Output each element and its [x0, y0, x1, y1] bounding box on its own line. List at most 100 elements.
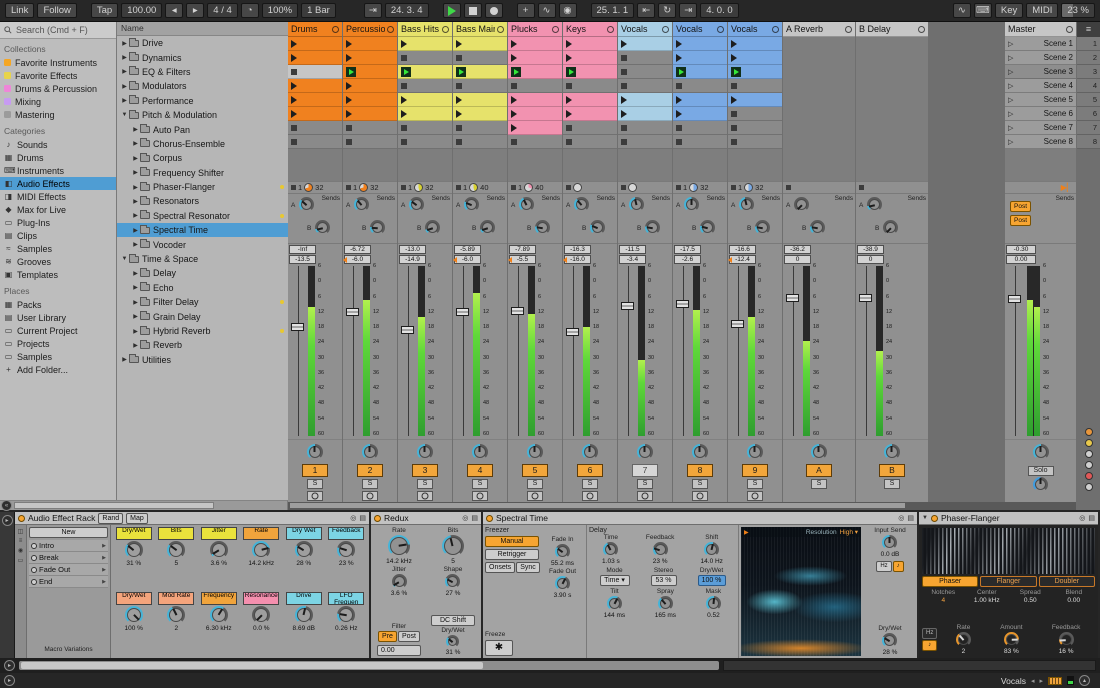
session-horizontal-scrollbar[interactable] [288, 502, 1076, 510]
send-b-knob[interactable] [315, 220, 330, 235]
macro-knob-4[interactable] [252, 541, 271, 559]
shift-knob[interactable] [704, 542, 720, 557]
send-a-knob[interactable] [354, 197, 369, 212]
chain-item-fade-out[interactable]: Fade Out ▶ [29, 564, 108, 576]
volume-value-box[interactable]: -13.5 [289, 255, 316, 264]
tree-item-delay[interactable]: ▶ Delay [117, 266, 288, 280]
chevron-right-icon[interactable]: ▶ [131, 212, 140, 219]
clip-slot[interactable] [453, 135, 507, 149]
fade-in-knob[interactable] [555, 544, 570, 559]
pan-knob[interactable] [472, 443, 488, 460]
scene-play-icon[interactable]: ▷ [1008, 124, 1013, 132]
clip-slot[interactable] [508, 37, 562, 51]
fader-lane[interactable] [858, 266, 873, 436]
fader-lane[interactable] [565, 266, 580, 436]
macro-knob-3[interactable] [209, 541, 228, 559]
clip-slot[interactable] [343, 93, 397, 107]
arm-button[interactable] [362, 491, 378, 501]
browser-collapse-icon[interactable]: « [1, 500, 12, 511]
track-stop-icon[interactable] [511, 185, 516, 190]
track-stop-icon[interactable] [566, 185, 571, 190]
track-activator-button[interactable]: 2 [357, 464, 383, 477]
peak-level-box[interactable]: -16.6 [729, 245, 756, 254]
shape-knob[interactable] [445, 574, 461, 589]
mode-select[interactable]: Time ▾ [599, 575, 630, 586]
clip-slot[interactable] [673, 93, 727, 107]
track-stop-icon[interactable] [456, 185, 461, 190]
punch-in-button[interactable]: ⇤ [637, 3, 656, 18]
clip-slot[interactable] [618, 121, 672, 135]
midi-overdub-button[interactable]: + [516, 3, 535, 18]
track-activator-button[interactable]: A [806, 464, 832, 477]
loop-start-field[interactable]: 25. 1. 1 [590, 3, 635, 18]
clip-slot[interactable] [453, 51, 507, 65]
automation-arm-button[interactable]: ∿ [537, 3, 556, 18]
volume-fader-handle[interactable] [456, 308, 469, 316]
solo-button[interactable]: S [362, 479, 378, 489]
clip-slot[interactable] [563, 51, 617, 65]
arm-button[interactable] [637, 491, 653, 501]
filter-pre-button[interactable]: Pre [378, 631, 397, 642]
tree-item-resonators[interactable]: ▶ Resonators [117, 194, 288, 208]
track-stop-icon[interactable] [401, 185, 406, 190]
clip-slot[interactable] [288, 107, 342, 121]
send-b-post-toggle[interactable]: Post [1010, 215, 1032, 226]
macro-knob-1[interactable] [124, 541, 143, 559]
fader-lane[interactable] [510, 266, 525, 436]
clip-slot[interactable] [453, 93, 507, 107]
record-button[interactable] [484, 3, 503, 18]
tree-item-spectral-resonator[interactable]: ▶ Spectral Resonator [117, 209, 288, 223]
track-stop-icon[interactable] [859, 185, 864, 190]
scene-play-icon[interactable]: ▷ [1008, 138, 1013, 146]
clip-slot[interactable] [728, 65, 782, 79]
send-a-knob[interactable] [299, 197, 314, 212]
track-header[interactable]: Master [1005, 22, 1076, 37]
hot-swap-icon[interactable]: ◎ [1079, 514, 1085, 522]
chevron-right-icon[interactable]: ▶ [131, 299, 140, 306]
clip-slot[interactable] [398, 135, 452, 149]
sidebar-item-drums[interactable]: ▦ Drums [0, 151, 116, 164]
freeze-button[interactable]: ✱ [485, 640, 513, 656]
tree-item-echo[interactable]: ▶ Echo [117, 281, 288, 295]
chevron-right-icon[interactable]: ▶ [120, 97, 129, 104]
redux-drywet-knob[interactable] [446, 635, 460, 648]
hot-swap-icon[interactable]: ◎ [350, 514, 356, 522]
peak-level-box[interactable]: -0.30 [1006, 245, 1036, 254]
scene-slot[interactable]: ▷ Scene 2 [1005, 51, 1076, 65]
cpu-meter[interactable]: 23 % [1061, 3, 1095, 18]
clip-slot[interactable] [728, 121, 782, 135]
chevron-right-icon[interactable]: ▶ [131, 328, 140, 335]
fader-lane[interactable] [785, 266, 800, 436]
clip-slot[interactable] [563, 93, 617, 107]
clip-slot[interactable] [453, 37, 507, 51]
retrigger-button[interactable]: Retrigger [485, 549, 539, 560]
tree-item-auto-pan[interactable]: ▶ Auto Pan [117, 122, 288, 136]
zoom-scroll-handle[interactable] [21, 662, 483, 669]
clip-slot[interactable] [673, 65, 727, 79]
device-chain-show-icon[interactable]: ▸ [1, 515, 13, 526]
rack-rail-icon[interactable]: ◫ [18, 528, 24, 535]
track-header[interactable]: Bass Hits [398, 22, 452, 37]
pan-knob[interactable] [884, 443, 900, 460]
clip-slot[interactable] [563, 107, 617, 121]
clip-slot[interactable] [618, 79, 672, 93]
clip-slot[interactable] [398, 107, 452, 121]
resolution-value[interactable]: High ▾ [840, 528, 858, 536]
chain-activator-icon[interactable] [31, 542, 37, 549]
pan-knob[interactable] [692, 443, 708, 460]
track-header[interactable]: Percussion [343, 22, 397, 37]
scene-play-icon[interactable]: ▷ [1008, 68, 1013, 76]
stop-button[interactable] [463, 3, 482, 18]
tree-item-hybrid-reverb[interactable]: ▶ Hybrid Reverb [117, 324, 288, 338]
fader-lane[interactable] [1007, 266, 1022, 436]
sidebar-item-templates[interactable]: ▣ Templates [0, 268, 116, 281]
sidebar-item-grooves[interactable]: ≋ Grooves [0, 255, 116, 268]
tab-phaser[interactable]: Phaser [922, 576, 979, 587]
track-header[interactable]: Drums [288, 22, 342, 37]
sidebar-item-max-for-live[interactable]: ◆ Max for Live [0, 203, 116, 216]
scene-number[interactable]: 5 [1077, 93, 1100, 107]
send-a-knob[interactable] [409, 197, 424, 212]
tree-item-performance[interactable]: ▶ Performance [117, 94, 288, 108]
nudge-up-button[interactable]: ▸ [186, 3, 205, 18]
volume-value-box[interactable]: -16.0 [564, 255, 591, 264]
